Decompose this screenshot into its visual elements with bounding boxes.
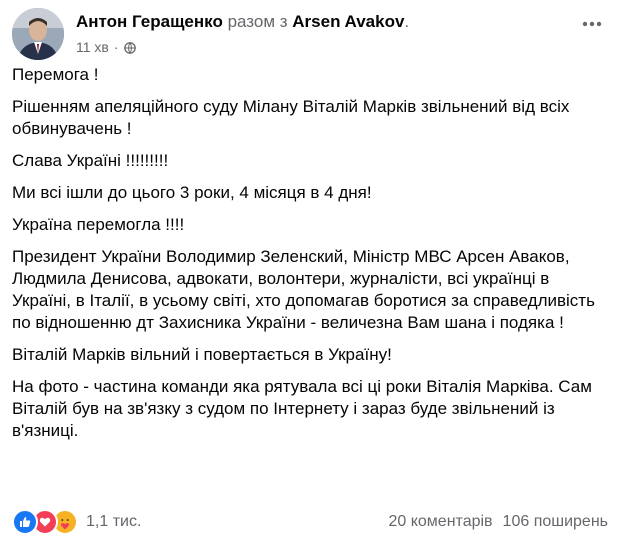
like-icon — [12, 509, 38, 535]
comments-count[interactable]: 20 коментарів — [388, 513, 492, 531]
post-paragraph: Ми всі ішли до цього 3 роки, 4 місяця в … — [12, 183, 372, 202]
coauthor-suffix: . — [404, 12, 410, 31]
post-footer: 1,1 тис. 20 коментарів 106 поширень — [12, 508, 608, 536]
post-body: Перемога ! Рішенням апеляційного суду Мі… — [12, 64, 608, 452]
shares-count[interactable]: 106 поширень — [503, 513, 608, 531]
with-text: разом з — [227, 12, 288, 31]
post-paragraph: Президент України Володимир Зеленский, М… — [12, 247, 595, 332]
author-avatar[interactable] — [12, 8, 64, 60]
post-header: Антон Геращенко разом з Arsen Avakov. 11… — [12, 8, 608, 60]
engagement-stats: 20 коментарів 106 поширень — [388, 513, 608, 531]
post-paragraph: Перемога ! — [12, 65, 99, 84]
coauthor-name[interactable]: Arsen Avakov — [292, 12, 404, 31]
post-paragraph: Рішенням апеляційного суду Мілану Віталі… — [12, 97, 570, 138]
post-paragraph: Слава Україні !!!!!!!!! — [12, 151, 169, 170]
post-meta: 11 хв · — [76, 39, 136, 55]
post-paragraph: На фото - частина команди яка рятувала в… — [12, 377, 592, 440]
post-paragraph: Україна перемогла !!!! — [12, 215, 185, 234]
post-timestamp[interactable]: 11 хв — [76, 39, 109, 55]
reaction-count[interactable]: 1,1 тис. — [86, 513, 141, 531]
post-paragraph: Віталій Марків вільний і повертається в … — [12, 345, 392, 364]
more-options-icon[interactable] — [576, 12, 608, 36]
globe-icon[interactable] — [123, 41, 136, 54]
author-line: Антон Геращенко разом з Arsen Avakov. — [76, 12, 409, 32]
meta-separator: · — [113, 39, 119, 55]
reactions-summary[interactable]: 1,1 тис. — [12, 509, 141, 535]
author-name[interactable]: Антон Геращенко — [76, 12, 223, 31]
facebook-post: Антон Геращенко разом з Arsen Avakov. 11… — [0, 0, 620, 540]
